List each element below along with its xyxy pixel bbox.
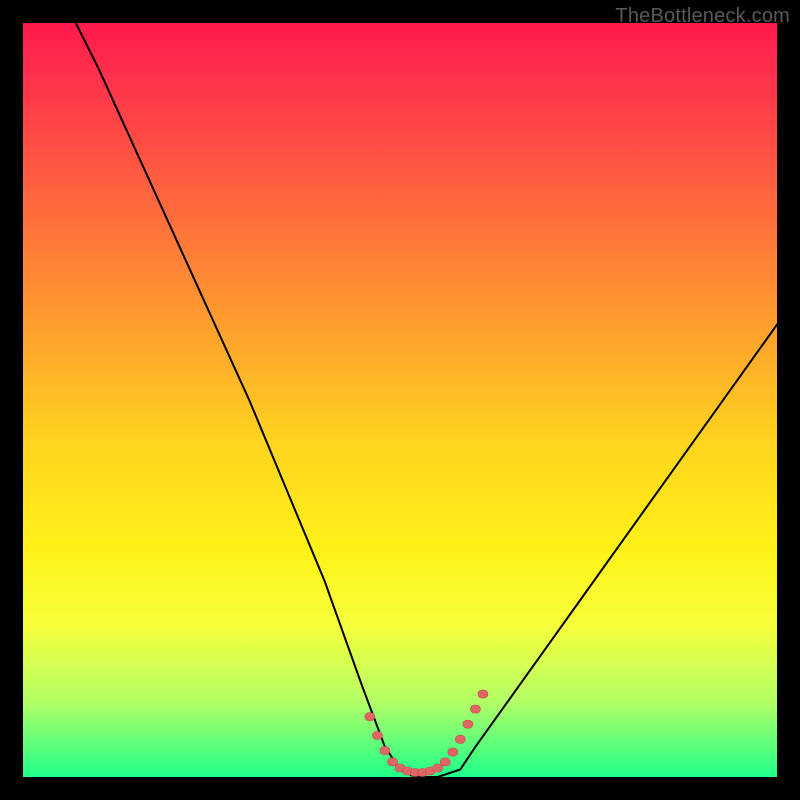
marker-dot — [433, 764, 443, 772]
marker-dot — [365, 713, 375, 721]
plot-area — [23, 23, 777, 777]
marker-dot — [470, 705, 480, 713]
marker-dot — [463, 720, 473, 728]
bottleneck-curve — [76, 23, 777, 777]
marker-dot — [448, 748, 458, 756]
chart-canvas: TheBottleneck.com — [0, 0, 800, 800]
marker-dot — [440, 758, 450, 766]
marker-dot — [455, 735, 465, 743]
marker-dot — [380, 747, 390, 755]
marker-dot — [478, 690, 488, 698]
highlight-markers — [365, 690, 488, 776]
marker-dot — [372, 732, 382, 740]
chart-svg — [23, 23, 777, 777]
marker-dot — [388, 758, 398, 766]
